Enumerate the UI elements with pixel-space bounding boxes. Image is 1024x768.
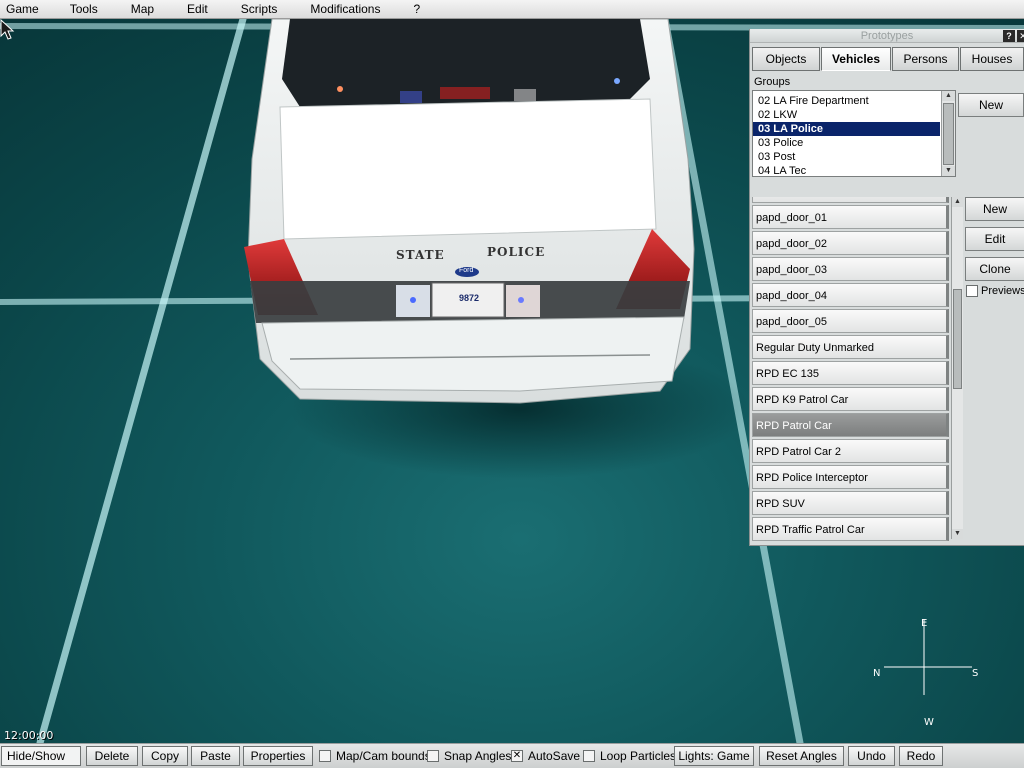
autosave-checkbox-checked-icon[interactable]: ✕ bbox=[511, 750, 523, 762]
tab-vehicles[interactable]: Vehicles bbox=[821, 47, 891, 71]
list-item[interactable]: papd_door_02 bbox=[752, 231, 949, 255]
map-cam-bounds-toggle[interactable]: Map/Cam bounds bbox=[319, 749, 431, 763]
previews-toggle[interactable]: Previews bbox=[966, 285, 1024, 297]
list-item[interactable]: RPD SUV bbox=[752, 491, 949, 515]
lights-button[interactable]: Lights: Game bbox=[674, 746, 754, 766]
menu-scripts-label: Scripts bbox=[240, 2, 278, 16]
scroll-down-icon[interactable]: ▼ bbox=[942, 166, 955, 176]
map-cam-bounds-label: Map/Cam bounds bbox=[336, 749, 431, 763]
autosave-toggle[interactable]: ✕ AutoSave bbox=[511, 749, 580, 763]
list-item[interactable]: RPD Patrol Car 2 bbox=[752, 439, 949, 463]
prototypes-title: Prototypes bbox=[860, 30, 914, 42]
groups-scrollbar[interactable]: ▲ ▼ bbox=[941, 91, 955, 176]
compass-label-bottom: W bbox=[924, 717, 934, 728]
menu-scripts[interactable]: Scripts bbox=[235, 2, 278, 16]
map-cam-bounds-checkbox[interactable] bbox=[319, 750, 331, 762]
loop-particles-label: Loop Particles bbox=[600, 749, 677, 763]
compass-label-left: N bbox=[873, 668, 881, 679]
mouse-cursor-icon bbox=[0, 19, 15, 40]
car-license-plate: 9872 bbox=[459, 293, 480, 303]
list-item[interactable]: Regular Duty Unmarked bbox=[752, 335, 949, 359]
prototype-list[interactable]: papd_door_01 papd_door_02 papd_door_03 p… bbox=[752, 197, 963, 541]
menu-map[interactable]: Map bbox=[125, 2, 154, 16]
paste-button[interactable]: Paste bbox=[191, 746, 240, 766]
group-item-selected[interactable]: 03 LA Police bbox=[753, 122, 940, 136]
group-item[interactable]: 03 Police bbox=[753, 136, 940, 150]
tab-objects[interactable]: Objects bbox=[752, 47, 820, 71]
list-item-selected[interactable]: RPD Patrol Car bbox=[752, 413, 949, 437]
menu-edit[interactable]: Edit bbox=[181, 2, 208, 16]
compass-label-top: E bbox=[921, 618, 928, 629]
redo-button[interactable]: Redo bbox=[899, 746, 943, 766]
clone-button[interactable]: Clone bbox=[965, 257, 1024, 281]
police-car bbox=[244, 19, 695, 404]
tab-persons[interactable]: Persons bbox=[892, 47, 959, 71]
list-item[interactable]: papd_door_04 bbox=[752, 283, 949, 307]
list-item[interactable]: RPD K9 Patrol Car bbox=[752, 387, 949, 411]
menu-modifications[interactable]: Modifications bbox=[304, 2, 380, 16]
groups-list[interactable]: 02 LA Fire Department 02 LKW 03 LA Polic… bbox=[752, 90, 956, 177]
reset-angles-button[interactable]: Reset Angles bbox=[759, 746, 844, 766]
list-item[interactable]: papd_door_01 bbox=[752, 205, 949, 229]
menu-edit-label: Edit bbox=[187, 2, 208, 16]
groups-scroll-thumb[interactable] bbox=[943, 103, 954, 165]
compass bbox=[884, 619, 972, 695]
snap-angles-checkbox[interactable] bbox=[427, 750, 439, 762]
menu-game[interactable]: Game bbox=[0, 2, 39, 16]
hide-show-button[interactable]: Hide/Show bbox=[1, 746, 81, 766]
prototypes-panel: Prototypes ? ✕ Objects Vehicles Persons … bbox=[749, 29, 1024, 546]
car-ford-badge: Ford bbox=[459, 267, 474, 274]
menu-modifications-label: Modifications bbox=[310, 2, 381, 16]
list-item[interactable]: RPD EC 135 bbox=[752, 361, 949, 385]
car-decal-police: POLICE bbox=[487, 245, 546, 259]
close-icon[interactable]: ✕ bbox=[1017, 30, 1024, 42]
scroll-up-icon[interactable]: ▲ bbox=[952, 197, 963, 207]
tab-houses[interactable]: Houses bbox=[960, 47, 1024, 71]
properties-button[interactable]: Properties bbox=[243, 746, 313, 766]
group-item[interactable]: 02 LA Fire Department bbox=[753, 94, 940, 108]
loop-particles-checkbox[interactable] bbox=[583, 750, 595, 762]
groups-label: Groups bbox=[754, 76, 791, 88]
group-new-button[interactable]: New bbox=[958, 93, 1024, 117]
snap-angles-toggle[interactable]: Snap Angles bbox=[427, 749, 511, 763]
list-item[interactable]: RPD Traffic Patrol Car bbox=[752, 517, 949, 541]
undo-button[interactable]: Undo bbox=[848, 746, 895, 766]
scroll-up-icon[interactable]: ▲ bbox=[942, 91, 955, 101]
list-item[interactable]: RPD Police Interceptor bbox=[752, 465, 949, 489]
autosave-label: AutoSave bbox=[528, 749, 581, 763]
delete-button[interactable]: Delete bbox=[86, 746, 138, 766]
menu-help-label: ? bbox=[413, 2, 421, 16]
car-decal-state: STATE bbox=[396, 248, 445, 262]
prototype-scrollbar[interactable]: ▲ ▼ bbox=[951, 197, 963, 539]
menu-map-label: Map bbox=[130, 2, 155, 16]
menu-game-label: Game bbox=[6, 2, 39, 16]
group-item[interactable]: 02 LKW bbox=[753, 108, 940, 122]
group-item[interactable]: 03 Post bbox=[753, 150, 940, 164]
menu-tools-label: Tools bbox=[69, 2, 98, 16]
group-item[interactable]: 04 LA Tec bbox=[753, 164, 940, 176]
previews-checkbox[interactable] bbox=[966, 285, 978, 297]
prototype-tabs: Objects Vehicles Persons Houses bbox=[752, 47, 1024, 71]
bottom-toolbar: Hide/Show Delete Copy Paste Properties M… bbox=[0, 743, 1024, 768]
menu-tools[interactable]: Tools bbox=[64, 2, 98, 16]
snap-angles-label: Snap Angles bbox=[444, 749, 512, 763]
list-item[interactable]: papd_door_03 bbox=[752, 257, 949, 281]
prototype-scroll-thumb[interactable] bbox=[953, 289, 962, 389]
copy-button[interactable]: Copy bbox=[142, 746, 188, 766]
list-item[interactable]: papd_door_05 bbox=[752, 309, 949, 333]
menu-help[interactable]: ? bbox=[407, 2, 420, 16]
list-item[interactable] bbox=[752, 197, 949, 203]
help-button[interactable]: ? bbox=[1003, 30, 1015, 42]
previews-label: Previews bbox=[981, 285, 1024, 297]
prototypes-titlebar[interactable]: Prototypes ? ✕ bbox=[750, 29, 1024, 43]
edit-button[interactable]: Edit bbox=[965, 227, 1024, 251]
menu-bar: Game Tools Map Edit Scripts Modification… bbox=[0, 0, 1024, 19]
compass-label-right: S bbox=[972, 668, 979, 679]
scroll-down-icon[interactable]: ▼ bbox=[952, 529, 963, 539]
new-button[interactable]: New bbox=[965, 197, 1024, 221]
game-time: 12:00:00 bbox=[4, 729, 54, 742]
loop-particles-toggle[interactable]: Loop Particles bbox=[583, 749, 676, 763]
